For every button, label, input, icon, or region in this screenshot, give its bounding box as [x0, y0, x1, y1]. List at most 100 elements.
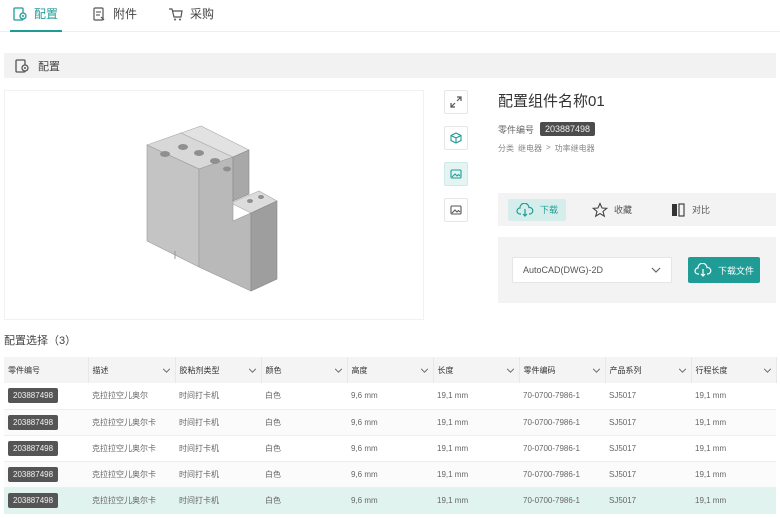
column-header[interactable]: 颜色 [261, 357, 348, 383]
relay-3d-model [146, 125, 278, 292]
star-icon [592, 201, 609, 217]
3d-view-button[interactable] [444, 126, 468, 150]
download-action-label: 下载 [540, 205, 559, 215]
table-cell: 70-0700-7986-1 [519, 461, 605, 488]
column-header: 零件编号 [4, 357, 89, 383]
table-cell: 19,1 mm [691, 487, 776, 514]
column-header[interactable]: 长度 [433, 357, 520, 383]
chevron-down-icon [678, 367, 686, 373]
column-header-label: 胶粘剂类型 [179, 365, 220, 375]
table-row[interactable]: 203887498 克拉拉空儿奥尔卡 时间打卡机 白色 9,6 mm 19,1 … [4, 461, 776, 488]
cloud-download-icon [516, 202, 534, 217]
category-level2[interactable]: 功率继电器 [555, 143, 595, 154]
column-header[interactable]: 胶粘剂类型 [175, 357, 262, 383]
fullscreen-button[interactable] [444, 90, 468, 114]
attachment-icon [93, 7, 105, 21]
table-cell: SJ5017 [605, 461, 691, 488]
table-cell: 时间打卡机 [175, 383, 261, 410]
favorite-action[interactable]: 收藏 [584, 199, 640, 221]
table-cell: 9,6 mm [347, 383, 433, 410]
table-cell: 克拉拉空儿奥尔卡 [88, 487, 175, 514]
tab-config[interactable]: 配置 [9, 6, 63, 32]
component-title: 配置组件名称01 [498, 93, 605, 110]
table-cell: 203887498 [4, 409, 88, 436]
action-bar: 下载 收藏 对比 [498, 193, 776, 226]
gallery-button[interactable] [444, 198, 468, 222]
table-cell: 70-0700-7986-1 [519, 409, 605, 436]
table-cell: 70-0700-7986-1 [519, 487, 605, 514]
table-cell: 19,1 mm [433, 487, 519, 514]
table-row[interactable]: 203887498 克拉拉空儿奥尔卡 时间打卡机 白色 9,6 mm 19,1 … [4, 409, 776, 436]
column-header-label: 行程长度 [695, 365, 728, 375]
table-cell: 70-0700-7986-1 [519, 435, 605, 462]
chevron-down-icon [506, 367, 514, 373]
tab-attachment-label: 附件 [113, 7, 138, 21]
table-cell: 19,1 mm [433, 409, 519, 436]
column-header-label: 零件编码 [523, 365, 556, 375]
table-cell: 19,1 mm [433, 383, 519, 410]
tab-config-label: 配置 [34, 7, 59, 21]
table-cell: 19,1 mm [433, 461, 519, 488]
column-header[interactable]: 行程长度 [691, 357, 777, 383]
table-cell: 19,1 mm [691, 409, 776, 436]
column-header-label: 描述 [92, 365, 109, 375]
table-cell: 白色 [261, 435, 347, 462]
column-header[interactable]: 产品系列 [605, 357, 692, 383]
table-cell: SJ5017 [605, 435, 691, 462]
config-icon [13, 7, 27, 21]
table-cell: SJ5017 [605, 383, 691, 410]
chevron-down-icon [248, 367, 256, 373]
compare-action-label: 对比 [692, 205, 711, 215]
table-row[interactable]: 203887498 克拉拉空儿奥尔 时间打卡机 白色 9,6 mm 19,1 m… [4, 383, 776, 410]
column-header[interactable]: 描述 [88, 357, 176, 383]
model-viewer[interactable] [4, 90, 424, 320]
cart-icon [169, 8, 183, 21]
part-number-row: 零件编号 203887498 [498, 122, 596, 136]
breadcrumb-separator: > [546, 143, 551, 152]
table-cell: 9,6 mm [347, 461, 433, 488]
download-file-button[interactable]: 下载文件 [688, 257, 760, 283]
favorite-action-label: 收藏 [614, 205, 633, 215]
table-cell: 19,1 mm [691, 435, 776, 462]
category-level1[interactable]: 继电器 [518, 143, 542, 154]
chevron-down-icon [651, 267, 661, 273]
category-label: 分类 [498, 144, 514, 153]
column-header-label: 长度 [437, 365, 454, 375]
table-cell: 克拉拉空儿奥尔卡 [88, 409, 175, 436]
table-cell: 克拉拉空儿奥尔 [88, 383, 175, 410]
column-header[interactable]: 零件编码 [519, 357, 606, 383]
column-header-label: 颜色 [265, 365, 282, 375]
download-panel: AutoCAD(DWG)-2D 下载文件 [498, 237, 776, 303]
table-cell: 203887498 [4, 383, 88, 410]
table-cell: SJ5017 [605, 487, 691, 514]
table-row-selected[interactable]: 203887498 克拉拉空儿奥尔卡 时间打卡机 白色 9,6 mm 19,1 … [4, 487, 776, 514]
section-header: 配置 [4, 53, 776, 78]
table-cell: 19,1 mm [433, 435, 519, 462]
column-header-label: 产品系列 [609, 365, 642, 375]
part-id-badge: 203887498 [8, 440, 59, 456]
table-header-row: 零件编号 描述 胶粘剂类型 颜色 高度 长度 零件编码 产品系列 行程长度 [4, 357, 777, 383]
download-action[interactable]: 下载 [508, 198, 567, 221]
compare-icon [672, 202, 685, 217]
table-row[interactable]: 203887498 克拉拉空儿奥尔卡 时间打卡机 白色 9,6 mm 19,1 … [4, 435, 776, 462]
table-cell: 白色 [261, 487, 347, 514]
table-cell: SJ5017 [605, 409, 691, 436]
chevron-down-icon [592, 367, 600, 373]
picture-icon [450, 205, 462, 215]
cloud-download-icon [694, 263, 712, 277]
tab-attachment[interactable]: 附件 [91, 6, 137, 32]
category-breadcrumb: 分类 继电器 > 功率继电器 [498, 143, 595, 154]
compare-action[interactable]: 对比 [662, 199, 718, 221]
table-cell: 9,6 mm [347, 487, 433, 514]
table-cell: 9,6 mm [347, 435, 433, 462]
image-view-button[interactable] [444, 162, 468, 186]
column-header[interactable]: 高度 [347, 357, 434, 383]
table-cell: 203887498 [4, 487, 88, 514]
tab-bar: 配置 附件 采购 [0, 0, 780, 32]
part-number-label: 零件编号 [498, 124, 535, 135]
format-select[interactable]: AutoCAD(DWG)-2D [512, 257, 672, 283]
cube-icon [450, 132, 462, 144]
table-cell: 白色 [261, 409, 347, 436]
tab-purchase[interactable]: 采购 [168, 6, 214, 32]
table-cell: 时间打卡机 [175, 409, 261, 436]
